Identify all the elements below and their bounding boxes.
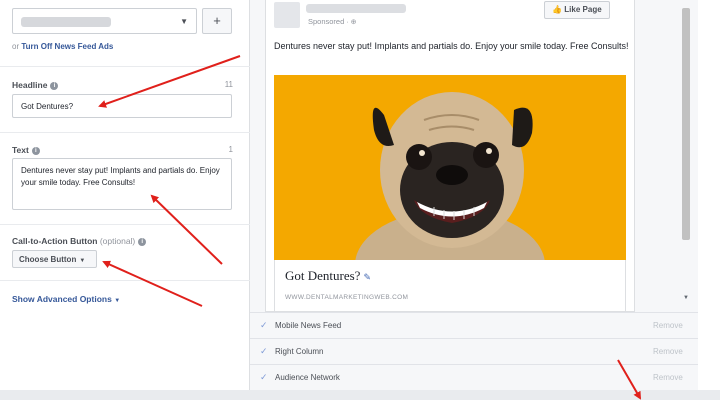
headline-input[interactable]: Got Dentures? [12,94,232,118]
remove-placement-link[interactable]: Remove [653,321,683,330]
info-icon[interactable]: i [138,237,147,246]
page-selector[interactable]: ▼ [12,8,197,34]
show-advanced-options-link[interactable]: Show Advanced Options ▼ [12,294,120,304]
turn-off-news-feed-row: or Turn Off News Feed Ads [12,42,113,51]
info-icon[interactable]: i [31,146,40,155]
sponsored-label: Sponsored [308,17,345,26]
turn-off-prefix: or [12,42,20,51]
remove-placement-link[interactable]: Remove [653,373,683,382]
placement-row: ✓ Mobile News Feed Remove [250,312,698,338]
text-label: Text [12,145,29,155]
page-avatar [274,2,300,28]
divider [0,280,250,281]
ad-body-text: Dentures never stay put! Implants and pa… [274,41,629,51]
pug-illustration [274,75,626,260]
edit-icon[interactable]: ✎ [363,272,371,282]
add-page-button[interactable]: + [202,8,232,34]
chevron-down-icon: ▼ [114,298,121,304]
chevron-down-icon: ▼ [79,258,86,264]
like-page-label: Like Page [564,5,602,14]
scroll-down-icon[interactable]: ▼ [683,295,689,301]
choose-button-label: Choose Button [19,255,77,264]
ad-preview-card: Sponsored · ⊕ 👍 Like Page Dentures never … [265,0,635,312]
turn-off-news-feed-link[interactable]: Turn Off News Feed Ads [21,42,113,51]
text-label-row: Text i [12,145,40,155]
link-title-row: Got Dentures? ✎ [285,268,371,284]
placement-label: Audience Network [275,373,340,382]
chevron-down-icon: ▼ [180,17,188,26]
placement-row: ✓ Right Column Remove [250,338,698,364]
text-textarea[interactable]: Dentures never stay put! Implants and pa… [12,158,232,210]
like-page-button[interactable]: 👍 Like Page [544,1,610,19]
ad-preview-panel: Sponsored · ⊕ 👍 Like Page Dentures never … [250,0,698,390]
check-icon: ✓ [260,320,268,330]
cta-optional: (optional) [99,236,136,246]
placement-row: ✓ Audience Network Remove [250,364,698,390]
divider [0,132,250,133]
bottom-bar [0,390,720,400]
thumbs-up-icon: 👍 [552,5,563,14]
ad-editor-panel: ▼ + or Turn Off News Feed Ads Headline i … [0,0,250,390]
link-preview[interactable]: Got Dentures? ✎ WWW.DENTALMARKETINGWEB.CO… [274,260,626,312]
sponsored-row: Sponsored · ⊕ [308,17,357,26]
preview-scrollbar[interactable] [682,8,690,240]
cta-label: Call-to-Action Button [12,236,98,246]
ad-image[interactable] [274,75,626,260]
remove-placement-link[interactable]: Remove [653,347,683,356]
link-url: WWW.DENTALMARKETINGWEB.COM [285,294,409,301]
page-name-blurred [306,4,406,13]
globe-icon: · ⊕ [346,19,357,26]
text-char-counter: 1 [228,145,233,154]
cta-label-row: Call-to-Action Button (optional) i [12,236,147,246]
divider [0,224,250,225]
info-icon[interactable]: i [50,81,59,90]
check-icon: ✓ [260,346,268,356]
check-icon: ✓ [260,372,268,382]
page-name-blurred [21,17,111,27]
advanced-label: Show Advanced Options [12,294,112,304]
divider [0,66,250,67]
choose-button-dropdown[interactable]: Choose Button ▼ [12,250,97,268]
link-title: Got Dentures? [285,268,361,283]
placement-label: Mobile News Feed [275,321,342,330]
headline-label-row: Headline i [12,80,59,90]
placement-label: Right Column [275,347,324,356]
headline-char-counter: 11 [224,80,233,89]
headline-label: Headline [12,80,48,90]
